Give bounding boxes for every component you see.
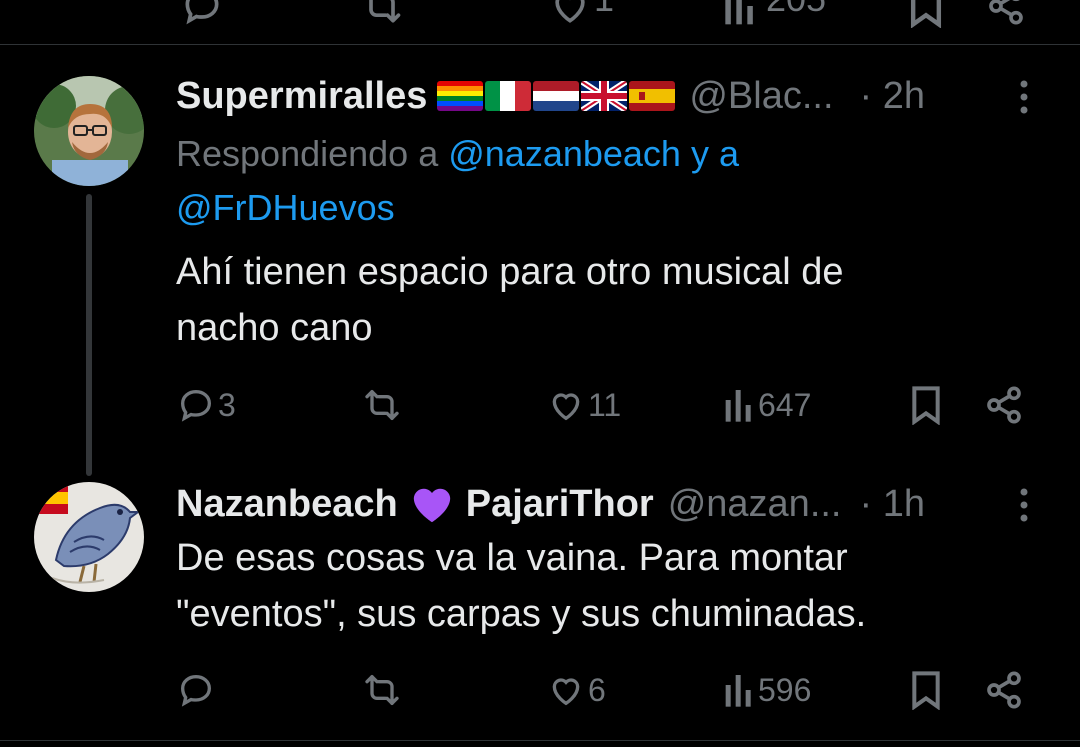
- replying-to-continued: @FrDHuevos: [176, 180, 395, 236]
- views-icon: [722, 385, 756, 425]
- retweet-icon[interactable]: [360, 0, 404, 28]
- display-name[interactable]: Nazanbeach: [176, 483, 398, 526]
- flag-emojis: [437, 81, 676, 111]
- retweet-icon: [360, 385, 404, 425]
- retweet-button[interactable]: [360, 385, 406, 425]
- tweet-text-line: De esas cosas va la vaina. Para montar: [176, 537, 848, 579]
- bookmark-icon: [908, 385, 944, 425]
- tweet-text-line: nacho cano: [176, 307, 373, 349]
- tweet-text: Ahí tienen espacio para otro musical de …: [176, 244, 1036, 356]
- italy-flag-icon: [485, 81, 532, 111]
- reply-icon[interactable]: [180, 0, 224, 28]
- spain-flag-icon: [629, 81, 676, 111]
- views-icon[interactable]: [722, 0, 758, 28]
- reply-button[interactable]: [176, 670, 218, 710]
- thread-line: [86, 194, 92, 476]
- views-button[interactable]: 596: [722, 670, 811, 710]
- reply-icon: [176, 385, 216, 425]
- more-options-icon[interactable]: [1018, 488, 1030, 522]
- retweet-icon: [360, 670, 404, 710]
- share-icon[interactable]: [986, 0, 1026, 28]
- previous-tweet-action-bar: 1 205: [0, 0, 1080, 44]
- netherlands-flag-icon: [533, 81, 580, 111]
- bookmark-icon[interactable]: [906, 0, 946, 28]
- tweet-text-line: Ahí tienen espacio para otro musical de: [176, 251, 844, 293]
- display-name[interactable]: Supermiralles: [176, 75, 427, 118]
- bookmark-button[interactable]: [908, 670, 944, 710]
- share-button[interactable]: [984, 385, 1024, 425]
- like-button[interactable]: 6: [546, 670, 606, 710]
- share-button[interactable]: [984, 670, 1024, 710]
- tweet-text-line: "eventos", sus carpas y sus chuminadas.: [176, 593, 867, 635]
- like-icon: [546, 670, 586, 710]
- mention-joiner[interactable]: y a: [691, 133, 739, 174]
- replying-to: Respondiendo a @nazanbeach y a: [176, 126, 739, 182]
- mention-link[interactable]: @FrDHuevos: [176, 187, 395, 228]
- like-count: 11: [588, 386, 622, 423]
- tweet-header: Supermiralles @Blac... · 2h: [176, 72, 925, 120]
- views-button[interactable]: 647: [722, 385, 811, 425]
- bookmark-button[interactable]: [908, 385, 944, 425]
- avatar[interactable]: [34, 482, 144, 592]
- like-count: 1: [594, 0, 614, 20]
- display-name-suffix[interactable]: PajariThor: [466, 483, 654, 526]
- handle[interactable]: @nazan...: [668, 483, 842, 526]
- reply-button[interactable]: 3: [176, 385, 236, 425]
- views-count: 205: [766, 0, 826, 20]
- like-count: 6: [588, 671, 606, 708]
- avatar[interactable]: [34, 76, 144, 186]
- views-count: 596: [758, 671, 812, 708]
- rainbow-flag-icon: [437, 81, 484, 111]
- views-count: 647: [758, 386, 812, 423]
- tweet-text: De esas cosas va la vaina. Para montar "…: [176, 530, 1036, 642]
- like-icon[interactable]: [548, 0, 592, 28]
- more-options-icon[interactable]: [1018, 80, 1030, 114]
- uk-flag-icon: [581, 81, 628, 111]
- handle[interactable]: @Blac...: [689, 75, 833, 118]
- reply-count: 3: [218, 386, 236, 423]
- reply-icon: [176, 670, 216, 710]
- timestamp[interactable]: · 2h: [860, 75, 925, 118]
- share-icon: [984, 670, 1024, 710]
- share-icon: [984, 385, 1024, 425]
- bookmark-icon: [908, 670, 944, 710]
- like-button[interactable]: 11: [546, 385, 621, 425]
- retweet-button[interactable]: [360, 670, 406, 710]
- like-icon: [546, 385, 586, 425]
- timestamp[interactable]: · 1h: [860, 483, 925, 526]
- views-icon: [722, 670, 756, 710]
- tweet-header: Nazanbeach PajariThor @nazan... · 1h: [176, 480, 925, 528]
- purple-heart-icon: [410, 484, 454, 524]
- divider: [0, 44, 1080, 45]
- mention-link[interactable]: @nazanbeach: [448, 133, 681, 174]
- replying-to-label: Respondiendo a: [176, 133, 439, 174]
- divider: [0, 740, 1080, 741]
